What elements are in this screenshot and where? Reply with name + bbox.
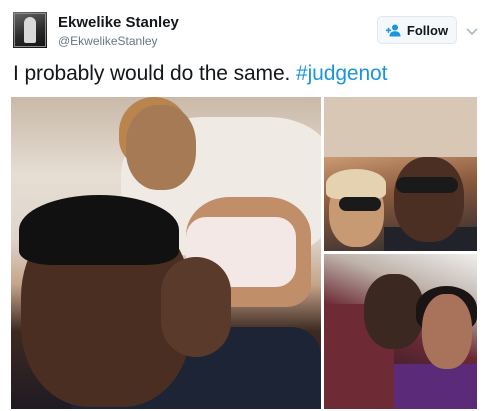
follow-button[interactable]: Follow [377, 16, 457, 44]
man-face [364, 274, 424, 349]
man-hair [19, 195, 179, 265]
photo-bottom-right[interactable] [324, 254, 477, 409]
tweet-text: I probably would do the same. #judgenot [13, 62, 387, 86]
photo-main[interactable] [11, 97, 321, 409]
tweet-text-body: I probably would do the same. [13, 62, 297, 85]
avatar-frame [14, 13, 46, 47]
woman-face [422, 294, 472, 369]
woman-face [126, 105, 196, 190]
add-user-icon [385, 24, 402, 37]
hashtag-link[interactable]: #judgenot [296, 62, 387, 85]
woman-hair [326, 169, 386, 199]
woman-top [394, 364, 477, 409]
wall [324, 97, 477, 157]
photo-top-right[interactable] [324, 97, 477, 251]
sunglasses [339, 197, 381, 211]
sunglasses [396, 177, 458, 193]
follow-button-label: Follow [406, 22, 449, 38]
avatar[interactable] [13, 12, 47, 48]
man-face [394, 157, 464, 242]
hand [161, 257, 231, 357]
author-display-name[interactable]: Ekwelike Stanley [58, 14, 179, 31]
author-handle[interactable]: @EkwelikeStanley [58, 34, 158, 48]
chevron-down-icon[interactable] [466, 24, 478, 36]
